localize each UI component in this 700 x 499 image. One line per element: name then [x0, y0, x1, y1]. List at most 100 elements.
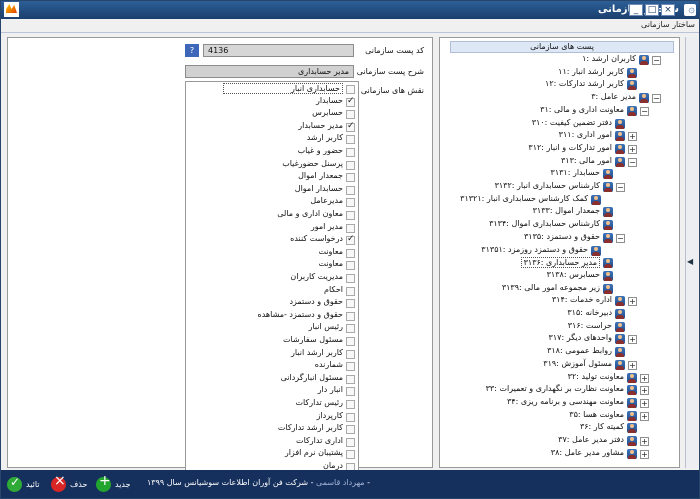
tree-node[interactable]: ۳۱۳: امور مالی −: [440, 156, 637, 169]
collapse-arrow-icon[interactable]: ◀: [687, 257, 693, 266]
role-checkbox[interactable]: [346, 349, 355, 359]
role-checkbox[interactable]: [346, 135, 355, 145]
role-checkbox[interactable]: [346, 121, 355, 132]
role-checkbox[interactable]: [346, 387, 355, 397]
side-panel-handle[interactable]: ◀: [685, 37, 698, 468]
new-button[interactable]: جدید: [96, 473, 131, 492]
tree-node[interactable]: ۳۳: معاونت نظارت بر نگهداری و تعمیرات +: [440, 384, 649, 397]
minimize-button[interactable]: _: [629, 4, 643, 16]
role-checkbox[interactable]: [346, 400, 355, 409]
role-checkbox[interactable]: [346, 311, 355, 321]
collapse-icon[interactable]: −: [628, 157, 637, 167]
tree-node[interactable]: ۱: کاربران ارشد −: [440, 54, 661, 67]
role-checkbox[interactable]: [346, 337, 355, 346]
tree-node[interactable]: ۳۷: دفتر مدیر عامل +: [440, 435, 649, 448]
collapse-icon[interactable]: −: [640, 106, 649, 116]
role-checkbox[interactable]: [346, 185, 355, 195]
expand-icon[interactable]: +: [640, 386, 649, 396]
tree-node[interactable]: ۱۱: کاربر ارشد انبار: [440, 67, 637, 80]
tree-node[interactable]: ۳۱۷: واحدهای دیگر +: [440, 333, 637, 346]
collapse-icon[interactable]: −: [652, 94, 661, 104]
post-code-field[interactable]: 4136: [203, 44, 354, 57]
role-checkbox[interactable]: [346, 148, 355, 157]
role-checkbox[interactable]: [346, 173, 355, 183]
role-checkbox[interactable]: [346, 96, 355, 107]
role-checkbox[interactable]: [346, 110, 355, 120]
role-checkbox[interactable]: [346, 299, 355, 309]
tree-node[interactable]: ۳۱۵: دبیرخانه: [440, 308, 625, 321]
tree-node[interactable]: ۳: مدیر عامل −: [440, 92, 661, 105]
tree-node[interactable]: ۳۱۶: حراست: [440, 321, 625, 334]
tree-node[interactable]: ۳۸: مشاور مدیر عامل +: [440, 448, 649, 461]
tree-node-label: ۳۱۸: روابط عمومی: [547, 346, 612, 356]
expand-icon[interactable]: +: [640, 398, 649, 408]
tree-node[interactable]: ۳۱۳۲: کارشناس حسابداری انبار −: [440, 181, 625, 194]
expand-icon[interactable]: +: [640, 437, 649, 446]
role-checkbox[interactable]: [346, 223, 355, 233]
collapse-icon[interactable]: −: [616, 233, 625, 243]
tree-node[interactable]: ۱۲: کاربر ارشد تدارکات: [440, 79, 637, 92]
expand-icon[interactable]: +: [628, 297, 637, 307]
tab-organization-structure[interactable]: ساختار سازمانی: [641, 20, 695, 29]
tree-node[interactable]: ۳۱۲: امور تدارکات و انبار +: [440, 143, 637, 156]
confirm-button[interactable]: تائید: [7, 475, 40, 492]
role-checkbox[interactable]: [346, 425, 355, 435]
role-label: معاون اداری و مالی: [277, 209, 343, 218]
tree-node[interactable]: ۳۱۳۹: زیر مجموعه امور مالی: [440, 283, 613, 296]
tree-node[interactable]: ۳۶: کمیته کار: [440, 422, 637, 435]
collapse-icon[interactable]: −: [616, 183, 625, 192]
roles-label: نقش های سازمانی: [360, 86, 424, 95]
expand-icon[interactable]: +: [628, 132, 637, 142]
tree-node[interactable]: ۳۱۳۵۱: حقوق و دستمزد روزمزد: [440, 245, 601, 258]
role-checkbox[interactable]: [346, 211, 355, 220]
collapse-icon[interactable]: −: [652, 56, 661, 65]
tree-node[interactable]: ۳۱۰: دفتر تضمین کیفیت: [440, 118, 625, 131]
role-checkbox[interactable]: [346, 248, 355, 258]
person-icon: [615, 131, 625, 142]
help-button[interactable]: ?: [185, 44, 199, 57]
expand-icon[interactable]: +: [640, 449, 649, 459]
tree-node[interactable]: ۳۱۸: روابط عمومی: [440, 346, 625, 359]
roles-checklist[interactable]: حسابداری انبارحسابدار حسابرس مدیر حسابدار ک…: [185, 81, 359, 473]
role-checkbox[interactable]: [346, 160, 355, 170]
organization-tree[interactable]: ۱: کاربران ارشد − ۱۱: کاربر ارشد انبار ۱۲: …: [440, 54, 679, 466]
tree-node[interactable]: ۳۴: معاونت مهندسی و برنامه ریزی +: [440, 397, 649, 410]
role-checkbox[interactable]: [346, 437, 355, 447]
tree-node[interactable]: ۳۱۳۶: مدیر حسابداری: [440, 257, 613, 270]
maximize-button[interactable]: □: [645, 4, 659, 16]
tree-node[interactable]: ۳۱۳۲۱: کمک کارشناس حسابداری انبار: [440, 194, 601, 207]
role-checkbox[interactable]: [346, 198, 355, 208]
tree-node[interactable]: ۳۱۳۳: جمعدار اموال: [440, 206, 613, 219]
tree-node[interactable]: ۳۱۹: مسئول آموزش +: [440, 359, 637, 372]
tree-node[interactable]: ۳۱۳۱: حسابدار: [440, 168, 613, 181]
tree-node-label: ۳۱۳۵: حقوق و دستمزد: [524, 231, 600, 241]
role-checkbox[interactable]: [346, 274, 355, 283]
role-label: درمان: [322, 461, 343, 470]
tree-node[interactable]: ۳۱۳۸: حسابرس: [440, 270, 613, 283]
post-description-field[interactable]: مدیر حسابداری: [185, 65, 354, 78]
expand-icon[interactable]: +: [628, 335, 637, 345]
tree-node[interactable]: ۳۱۱: امور اداری +: [440, 130, 637, 143]
tree-node[interactable]: ۳۱۳۴: کارشناس حسابداری اموال: [440, 219, 613, 232]
tree-node[interactable]: ۳۲: معاونت تولید +: [440, 372, 649, 385]
close-button[interactable]: ×: [661, 4, 675, 16]
expand-icon[interactable]: +: [640, 411, 649, 421]
expand-icon[interactable]: +: [628, 144, 637, 154]
tree-node[interactable]: ۳۱: معاونت اداری و مالی −: [440, 105, 649, 118]
role-checkbox[interactable]: [346, 374, 355, 384]
role-checkbox[interactable]: [346, 261, 355, 271]
role-checkbox[interactable]: [346, 234, 355, 246]
role-checkbox[interactable]: [346, 324, 355, 334]
tree-node[interactable]: ۳۱۴: اداره خدمات +: [440, 295, 637, 308]
tree-node[interactable]: ۳۵: معاونت هسا +: [440, 410, 649, 423]
tree-node-label: ۳۱۷: واحدهای دیگر: [548, 333, 612, 343]
tree-node[interactable]: ۳۱۳۵: حقوق و دستمزد −: [440, 231, 625, 245]
role-checkbox[interactable]: [346, 286, 355, 296]
role-checkbox[interactable]: [346, 85, 355, 94]
role-checkbox[interactable]: [346, 412, 355, 422]
expand-icon[interactable]: +: [640, 373, 649, 383]
delete-button[interactable]: حذف: [51, 473, 87, 492]
role-checkbox[interactable]: [346, 362, 355, 372]
role-checkbox[interactable]: [346, 450, 355, 460]
expand-icon[interactable]: +: [628, 360, 637, 370]
